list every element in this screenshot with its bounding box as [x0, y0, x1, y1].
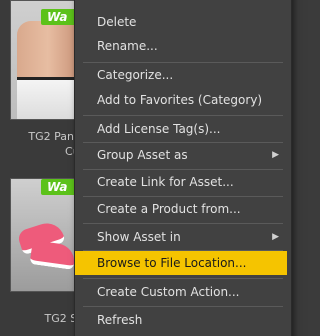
- menu-item-label: Group Asset as: [97, 148, 188, 162]
- menu-separator: [83, 306, 283, 307]
- menu-item-label: Add License Tag(s)...: [97, 122, 221, 136]
- menu-item-label: Add to Favorites (Category): [97, 93, 263, 107]
- sandals-image: [16, 218, 77, 270]
- menu-item-label: Create a Product from...: [97, 202, 241, 216]
- menu-item-label: Refresh: [97, 313, 143, 327]
- menu-item-refresh[interactable]: Refresh: [75, 308, 291, 332]
- asset-thumbnail-pants[interactable]: Wa: [10, 0, 82, 120]
- menu-separator: [83, 115, 283, 116]
- menu-item-create-custom-action[interactable]: Create Custom Action...: [75, 280, 291, 304]
- menu-item-group-asset-as[interactable]: Group Asset as ▶: [75, 143, 291, 167]
- asset-thumbnail-sandals[interactable]: Wa: [10, 178, 82, 292]
- menu-separator: [83, 278, 283, 279]
- menu-item-label: Show Asset in: [97, 230, 181, 244]
- sandal-right: [29, 240, 77, 270]
- content-library-panel: Wa TG2 Pants Cut Wa TG2 Sa Delete Rename…: [0, 0, 308, 336]
- menu-item-label: Delete: [97, 15, 137, 29]
- menu-item-show-asset-in[interactable]: Show Asset in ▶: [75, 225, 291, 249]
- asset-caption-line1: TG2 Sa: [44, 312, 84, 325]
- menu-item-rename[interactable]: Rename...: [75, 34, 291, 58]
- menu-item-label: Browse to File Location...: [97, 256, 247, 270]
- menu-item-label: Create Custom Action...: [97, 285, 240, 299]
- menu-item-label: Rename...: [97, 39, 158, 53]
- menu-separator: [83, 223, 283, 224]
- menu-item-create-product[interactable]: Create a Product from...: [75, 197, 291, 221]
- menu-item-categorize[interactable]: Categorize...: [75, 63, 291, 87]
- pants-image: [17, 77, 79, 119]
- menu-item-delete[interactable]: Delete: [75, 10, 291, 34]
- menu-item-add-to-favorites[interactable]: Add to Favorites (Category): [75, 88, 291, 112]
- menu-item-add-license-tags[interactable]: Add License Tag(s)...: [75, 117, 291, 141]
- menu-item-browse-to-file-location[interactable]: Browse to File Location...: [75, 251, 287, 275]
- context-menu: Delete Rename... Categorize... Add to Fa…: [74, 0, 292, 336]
- asset-caption-line1: TG2 Pants: [28, 130, 84, 143]
- submenu-arrow-icon: ▶: [272, 232, 279, 242]
- menu-item-label: Create Link for Asset...: [97, 175, 234, 189]
- menu-item-create-link[interactable]: Create Link for Asset...: [75, 170, 291, 194]
- menu-item-label: Categorize...: [97, 68, 174, 82]
- asset-caption-line2: Cut: [0, 145, 84, 158]
- submenu-arrow-icon: ▶: [272, 150, 279, 160]
